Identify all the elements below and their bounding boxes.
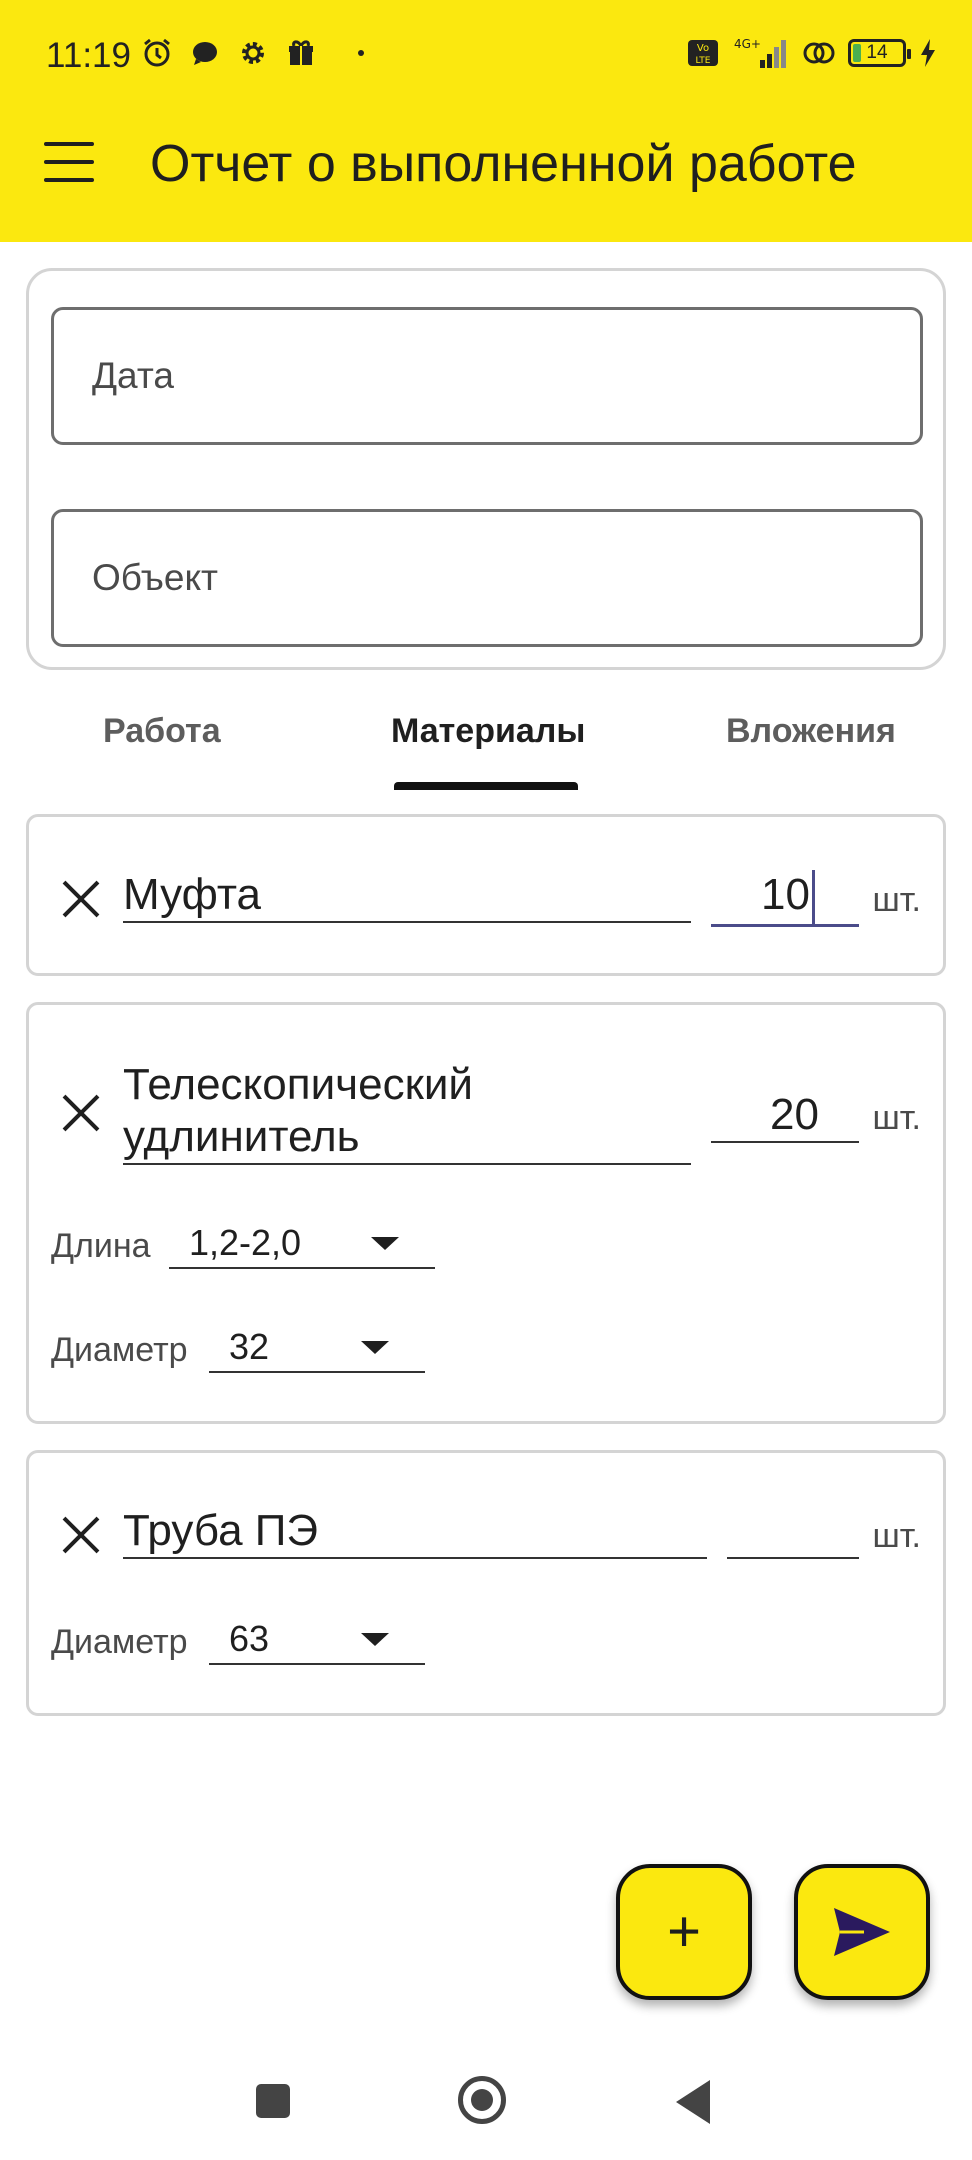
signal-icon: 4G+	[732, 36, 790, 70]
unit-label: шт.	[872, 1099, 921, 1137]
unit-label: шт.	[872, 1517, 921, 1555]
tab-attachments[interactable]: Вложения	[726, 712, 896, 751]
close-icon[interactable]	[59, 1091, 103, 1135]
date-field[interactable]: Дата	[51, 307, 923, 445]
dropdown-arrow-icon	[361, 1633, 389, 1646]
chat-icon	[188, 36, 222, 70]
more-notifications-dot	[358, 50, 364, 56]
material-name-input[interactable]: Труба ПЭ	[123, 1505, 707, 1559]
dropdown-arrow-icon	[361, 1341, 389, 1354]
quantity-input[interactable]: 10	[711, 869, 859, 928]
unit-label: шт.	[872, 881, 921, 919]
diameter-label: Диаметр	[51, 1331, 188, 1369]
diameter-value: 32	[229, 1326, 270, 1367]
close-icon[interactable]	[59, 877, 103, 921]
report-header-card: Дата Объект	[26, 268, 946, 670]
add-material-button[interactable]: +	[616, 1864, 752, 2000]
status-time: 11:19	[46, 36, 131, 75]
svg-text:LTE: LTE	[696, 56, 711, 66]
gear-icon	[236, 36, 270, 70]
charging-icon	[918, 36, 938, 70]
diameter-label: Диаметр	[51, 1623, 188, 1661]
tab-bar: Работа Материалы Вложения	[0, 700, 972, 790]
home-icon[interactable]	[458, 2076, 506, 2124]
svg-text:Vo: Vo	[697, 43, 709, 54]
recent-apps-icon[interactable]	[256, 2084, 290, 2118]
gift-icon	[284, 36, 318, 70]
length-label: Длина	[51, 1227, 151, 1265]
system-navigation-bar	[0, 2040, 972, 2160]
alarm-icon	[140, 36, 174, 70]
quantity-value: 10	[761, 870, 810, 919]
material-name-line2: удлинитель	[123, 1112, 360, 1161]
quantity-input[interactable]: 20	[711, 1089, 859, 1143]
send-button[interactable]	[794, 1864, 930, 2000]
app-bar: 11:19 Vo LTE 4G+ 14 Отчет о выполненной …	[0, 0, 972, 242]
material-name-input[interactable]: Телескопический удлинитель	[123, 1059, 691, 1165]
material-name-input[interactable]: Муфта	[123, 869, 691, 923]
battery-icon: 14	[848, 39, 911, 67]
material-card: Труба ПЭ шт. Диаметр 63	[26, 1450, 946, 1716]
length-select[interactable]: 1,2-2,0	[169, 1219, 435, 1269]
length-value: 1,2-2,0	[189, 1222, 302, 1263]
link-icon	[802, 36, 836, 70]
quantity-input[interactable]	[727, 1505, 859, 1559]
status-system-icons: Vo LTE 4G+ 14	[686, 36, 938, 70]
tab-indicator	[394, 782, 578, 790]
text-cursor	[812, 870, 815, 925]
status-notification-icons	[140, 36, 364, 70]
svg-text:4G+: 4G+	[734, 37, 761, 51]
object-field[interactable]: Объект	[51, 509, 923, 647]
plus-icon: +	[667, 1899, 701, 1964]
close-icon[interactable]	[59, 1513, 103, 1557]
dropdown-arrow-icon	[371, 1237, 399, 1250]
back-icon[interactable]	[676, 2080, 710, 2124]
diameter-select[interactable]: 63	[209, 1615, 425, 1665]
tab-work[interactable]: Работа	[103, 712, 221, 751]
page-title: Отчет о выполненной работе	[150, 135, 857, 193]
material-card: Муфта 10 шт.	[26, 814, 946, 976]
material-name-line1: Телескопический	[123, 1060, 473, 1109]
volte-icon: Vo LTE	[686, 36, 720, 70]
diameter-value: 63	[229, 1618, 270, 1659]
tab-materials[interactable]: Материалы	[391, 712, 585, 751]
material-card: Телескопический удлинитель 20 шт. Длина …	[26, 1002, 946, 1424]
menu-icon[interactable]	[44, 142, 94, 182]
send-icon	[834, 1908, 890, 1956]
screen: 11:19 Vo LTE 4G+ 14 Отчет о выполненной …	[0, 0, 972, 2160]
diameter-select[interactable]: 32	[209, 1323, 425, 1373]
